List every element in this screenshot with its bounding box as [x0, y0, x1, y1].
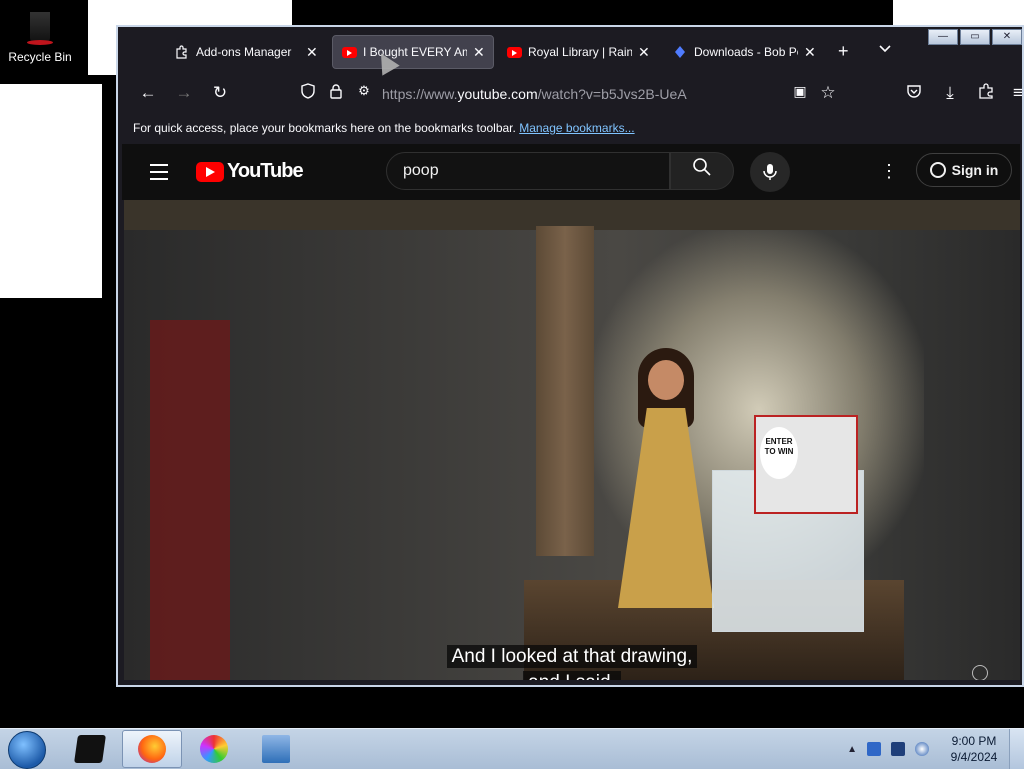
close-tab-icon[interactable]: ✕ [638, 44, 650, 61]
close-tab-icon[interactable]: ✕ [473, 44, 485, 61]
new-tab-button[interactable]: + [838, 41, 849, 62]
show-desktop-button[interactable] [1009, 729, 1024, 769]
manage-bookmarks-link[interactable]: Manage bookmarks... [519, 121, 634, 135]
clock-time: 9:00 PM [951, 734, 997, 748]
tab-addons-manager[interactable]: Add-ons Manager ✕ [166, 35, 326, 69]
network-icon [262, 735, 290, 763]
firefox-icon [138, 735, 166, 763]
store-sign [150, 320, 230, 680]
bookmark-star-icon[interactable]: ☆ [816, 83, 840, 103]
poster-text: ENTER TO WIN [760, 427, 798, 479]
bookmarks-hint: For quick access, place your bookmarks h… [133, 121, 516, 135]
url-prefix: https://www. [382, 86, 458, 102]
clock-date: 9/4/2024 [950, 750, 998, 764]
voice-search-button[interactable] [750, 152, 790, 192]
search-icon [693, 158, 711, 176]
tab-royal-library[interactable]: Royal Library | Rain ✕ [498, 35, 658, 69]
puzzle-icon [174, 45, 190, 59]
download-icon [672, 46, 688, 58]
youtube-icon [341, 46, 357, 58]
sign-in-label: Sign in [951, 162, 999, 178]
back-button[interactable]: ← [136, 83, 160, 103]
permissions-icon[interactable]: ⚙ [352, 83, 376, 99]
video-player[interactable]: ENTER TO WIN And I looked at that drawin… [124, 200, 1020, 680]
search-input[interactable]: poop [386, 152, 670, 190]
network-status-icon[interactable] [891, 742, 905, 756]
taskbar-network[interactable] [246, 730, 306, 768]
recycle-bin-icon [25, 6, 55, 46]
taskbar-terminal[interactable] [60, 730, 120, 768]
caption-line-1: And I looked at that drawing, [124, 645, 1020, 668]
chevron-down-icon [879, 45, 891, 53]
menu-icon[interactable]: ≡ [1006, 83, 1024, 103]
reader-view-icon[interactable]: ▣ [788, 83, 812, 100]
clock[interactable]: 9:00 PM 9/4/2024 [939, 733, 1009, 765]
shield-icon[interactable] [296, 83, 320, 104]
url-path: /watch?v=b5Jvs2B-UeA [537, 86, 687, 102]
pocket-icon[interactable] [902, 83, 926, 104]
caption-line-2: and I said, [124, 671, 1020, 680]
tray-app-icon[interactable] [867, 742, 881, 756]
more-options-icon[interactable]: ⋮ [880, 161, 898, 182]
downloads-icon[interactable]: ⤓ [938, 83, 962, 103]
youtube-icon [506, 46, 522, 58]
close-tab-icon[interactable]: ✕ [804, 44, 816, 61]
recycle-bin[interactable]: Recycle Bin [4, 4, 76, 82]
hamburger-menu-icon[interactable] [150, 164, 168, 185]
bookmarks-toolbar: For quick access, place your bookmarks h… [118, 117, 1022, 139]
enter-to-win-poster: ENTER TO WIN [754, 415, 858, 514]
navigation-toolbar: ← → ↻ ⚙ https://www.youtube.com/watch?v=… [118, 75, 1024, 113]
doll [610, 348, 720, 608]
tab-list-button[interactable] [878, 41, 892, 60]
brick-pillar [536, 226, 594, 556]
microphone-icon [763, 163, 777, 180]
close-tab-icon[interactable]: ✕ [306, 44, 318, 61]
show-hidden-icons-icon[interactable]: ▲ [847, 744, 857, 755]
firefox-window: — ▭ ✕ Add-ons Manager ✕ I Bought EVERY A… [116, 25, 1024, 687]
channel-watermark-icon [972, 665, 990, 680]
volume-icon[interactable] [915, 742, 929, 756]
url-domain: youtube.com [457, 86, 538, 102]
reload-button[interactable]: ↻ [208, 83, 232, 103]
tab-youtube-active[interactable]: I Bought EVERY Am ✕ [332, 35, 494, 69]
taskbar-paint[interactable] [184, 730, 244, 768]
recycle-bin-label: Recycle Bin [8, 50, 72, 64]
search-button[interactable] [670, 152, 734, 190]
tab-label: Royal Library | Rain [528, 45, 632, 59]
forward-button[interactable]: → [172, 83, 196, 103]
youtube-header: YouTube poop ⋮ Sign in [122, 144, 1020, 200]
lock-icon[interactable] [324, 83, 348, 104]
start-button[interactable] [8, 731, 46, 769]
youtube-logo-text: YouTube [227, 160, 304, 182]
desktop-area [0, 84, 102, 298]
youtube-play-icon [196, 161, 224, 182]
account-icon [929, 162, 946, 178]
youtube-logo[interactable]: YouTube [196, 160, 304, 183]
tab-bar: Add-ons Manager ✕ I Bought EVERY Am ✕ Ro… [118, 35, 1022, 71]
terminal-icon [74, 735, 106, 763]
extensions-icon[interactable] [974, 83, 998, 104]
url-bar[interactable]: https://www.youtube.com/watch?v=b5Jvs2B-… [382, 86, 687, 102]
desktop-area [893, 0, 1024, 26]
tab-label: Add-ons Manager [196, 45, 292, 59]
tab-downloads[interactable]: Downloads - Bob Po ✕ [664, 35, 824, 69]
sign-in-button[interactable]: Sign in [916, 153, 1012, 187]
tab-label: Downloads - Bob Po [694, 45, 798, 59]
system-tray: ▲ 9:00 PM 9/4/2024 [847, 729, 1024, 769]
taskbar-firefox[interactable] [122, 730, 182, 768]
taskbar: ▲ 9:00 PM 9/4/2024 [0, 728, 1024, 769]
paint-icon [200, 735, 228, 763]
